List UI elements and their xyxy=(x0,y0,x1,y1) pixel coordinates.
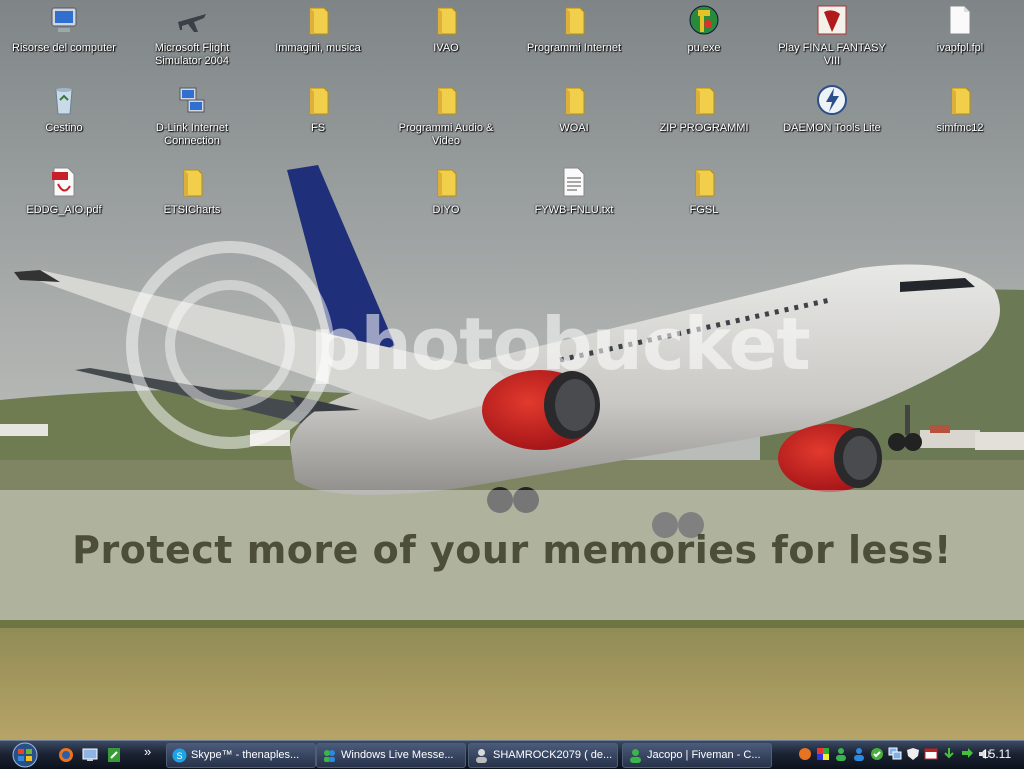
taskbar: » S Skype™ - thenaples... Windows Live M… xyxy=(0,740,1024,769)
svg-text:S: S xyxy=(177,751,183,761)
app-icon xyxy=(689,5,719,35)
folder-icon xyxy=(437,7,457,35)
shield-tray-icon[interactable] xyxy=(906,747,920,761)
firefox-icon[interactable] xyxy=(58,747,74,763)
photobucket-logo: photobucket xyxy=(310,302,811,386)
desktop-icon-ivao[interactable]: IVAO xyxy=(384,4,508,80)
desktop-icon-woai[interactable]: WOAI xyxy=(512,84,636,160)
desktop-icon-flight-simulator[interactable]: Microsoft Flight Simulator 2004 xyxy=(130,4,254,80)
desktop-icon-risorse-del-computer[interactable]: Risorse del computer xyxy=(2,4,126,80)
messenger-tray-icon[interactable] xyxy=(852,747,866,761)
messenger-icon xyxy=(324,750,335,762)
download-tray-icon[interactable] xyxy=(942,747,956,761)
folder-icon xyxy=(309,87,329,115)
desktop-icon-simfmc12[interactable]: simfmc12 xyxy=(898,84,1022,160)
computer-icon xyxy=(51,7,77,32)
window-tray-icon[interactable] xyxy=(924,747,938,761)
arrow-tray-icon[interactable] xyxy=(960,747,974,761)
desktop-icon-fs[interactable]: FS xyxy=(256,84,380,160)
taskbar-item-windows-live-messenger[interactable]: Windows Live Messe... xyxy=(316,743,466,768)
network-tray-icon[interactable] xyxy=(888,747,902,761)
network-icon xyxy=(179,87,205,113)
taskbar-item-shamrock2079[interactable]: SHAMROCK2079 ( de... xyxy=(468,743,618,768)
desktop-icon-pu-exe[interactable]: pu.exe xyxy=(642,4,766,80)
messenger-icon xyxy=(630,749,641,763)
desktop-icon-daemon-tools[interactable]: DAEMON Tools Lite xyxy=(770,84,894,160)
taskbar-overflow-chevron[interactable]: » xyxy=(144,744,151,759)
desktop-icon-eddg-aio-pdf[interactable]: EDDG_AIO.pdf xyxy=(2,166,126,242)
game-icon xyxy=(817,5,847,35)
desktop-icon-fywb-fnlu-txt[interactable]: FYWB-FNLU.txt xyxy=(512,166,636,242)
desktop-icon-etsicharts[interactable]: ETSICharts xyxy=(130,166,254,242)
recycle-bin-icon xyxy=(55,88,73,115)
desktop-icon-ivapfpl[interactable]: ivapfpl.fpl xyxy=(898,4,1022,80)
desktop-icon-programmi-audio-video[interactable]: Programmi Audio & Video xyxy=(384,84,508,160)
folder-icon xyxy=(309,7,329,35)
file-icon xyxy=(949,5,971,35)
watermark-text: Protect more of your memories for less! xyxy=(72,528,952,572)
desktop-icon-dlink[interactable]: D-Link Internet Connection xyxy=(130,84,254,160)
app-tray-icon[interactable] xyxy=(816,747,830,761)
text-file-icon xyxy=(563,167,585,197)
daemon-tools-icon xyxy=(817,85,847,115)
user-icon xyxy=(476,749,487,763)
firefox-tray-icon[interactable] xyxy=(798,747,812,761)
security-tray-icon[interactable] xyxy=(870,747,884,761)
notepad-icon[interactable] xyxy=(106,747,122,763)
desktop-icon-fgsl[interactable]: FGSL xyxy=(642,166,766,242)
folder-icon xyxy=(183,169,203,197)
folder-icon xyxy=(695,87,715,115)
pdf-icon xyxy=(52,167,75,197)
taskbar-item-jacopo-fiveman[interactable]: Jacopo | Fiveman - C... xyxy=(622,743,772,768)
taskbar-clock[interactable]: 15.11 xyxy=(982,744,1011,764)
skype-icon: S xyxy=(172,748,187,763)
folder-icon xyxy=(437,87,457,115)
desktop-icon-zip-programmi[interactable]: ZIP PROGRAMMI xyxy=(642,84,766,160)
desktop-icon-programmi-internet[interactable]: Programmi Internet xyxy=(512,4,636,80)
desktop-icon-final-fantasy-viii[interactable]: Play FINAL FANTASY VIII xyxy=(770,4,894,80)
desktop-icon-cestino[interactable]: Cestino xyxy=(2,84,126,160)
start-button[interactable] xyxy=(6,741,44,769)
folder-icon xyxy=(565,7,585,35)
show-desktop-icon[interactable] xyxy=(82,747,98,763)
folder-icon xyxy=(951,87,971,115)
folder-icon xyxy=(695,169,715,197)
airplane-icon xyxy=(178,14,206,32)
folder-icon xyxy=(437,169,457,197)
desktop-icon-immagini-musica[interactable]: Immagini, musica xyxy=(256,4,380,80)
desktop-icon-diyo[interactable]: DIYO xyxy=(384,166,508,242)
messenger-tray-icon[interactable] xyxy=(834,747,848,761)
taskbar-item-skype[interactable]: S Skype™ - thenaples... xyxy=(166,743,316,768)
folder-icon xyxy=(565,87,585,115)
